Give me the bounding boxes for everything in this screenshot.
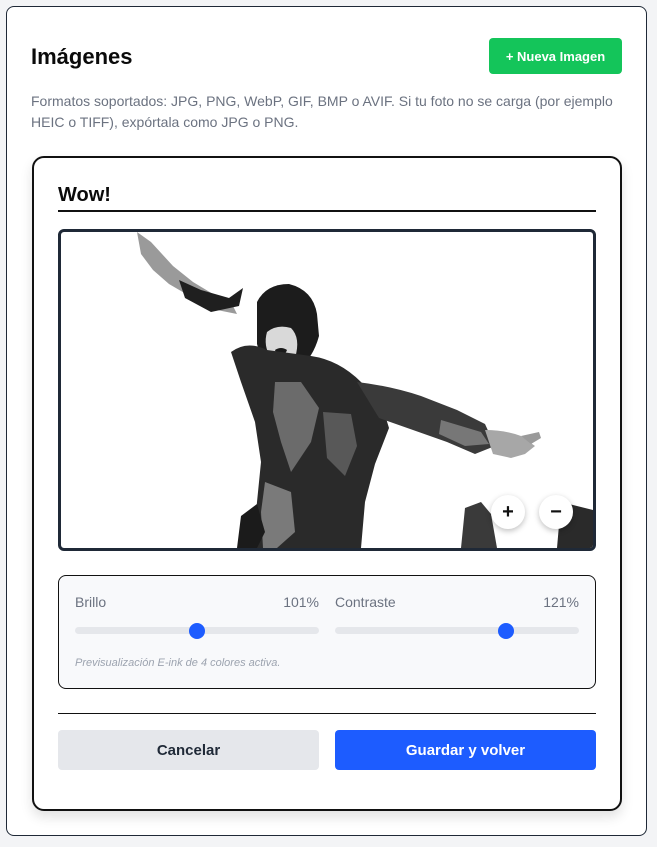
brightness-header: Brillo 101% [75, 594, 319, 610]
contrast-slider-thumb[interactable] [497, 623, 514, 639]
brightness-label: Brillo [75, 594, 107, 610]
contrast-header: Contraste 121% [335, 594, 579, 610]
eink-preview-hint: Previsualización E-ink de 4 colores acti… [75, 657, 281, 669]
brightness-slider-thumb[interactable] [189, 623, 205, 639]
supported-formats-text: Formatos soportados: JPG, PNG, WebP, GIF… [31, 93, 613, 130]
title-divider [58, 210, 596, 212]
footer-divider [58, 713, 596, 714]
brightness-value: 101% [283, 594, 319, 610]
adjustments-panel: Brillo 101% Contraste 121% Previsualizac… [58, 575, 596, 689]
contrast-value: 121% [543, 594, 579, 610]
new-image-button[interactable]: + Nueva Imagen [489, 38, 622, 74]
contrast-control: Contraste 121% [335, 594, 579, 639]
save-and-return-button[interactable]: Guardar y volver [335, 730, 596, 770]
brightness-slider-track[interactable] [75, 623, 319, 639]
brightness-control: Brillo 101% [75, 594, 319, 639]
panel-header: Imágenes + Nueva Imagen [31, 37, 622, 77]
page-title: Imágenes [31, 44, 133, 69]
image-editor-card: Wow! + − Brillo 101% Contraste 121% Prev… [32, 156, 622, 811]
contrast-label: Contraste [335, 594, 396, 610]
cancel-button[interactable]: Cancelar [58, 730, 319, 770]
contrast-slider-track[interactable] [335, 623, 579, 639]
image-preview[interactable]: + − [58, 229, 596, 551]
images-panel: Imágenes + Nueva Imagen Formatos soporta… [6, 6, 647, 836]
zoom-out-button[interactable]: − [539, 495, 573, 529]
zoom-in-button[interactable]: + [491, 495, 525, 529]
image-title: Wow! [58, 184, 111, 206]
